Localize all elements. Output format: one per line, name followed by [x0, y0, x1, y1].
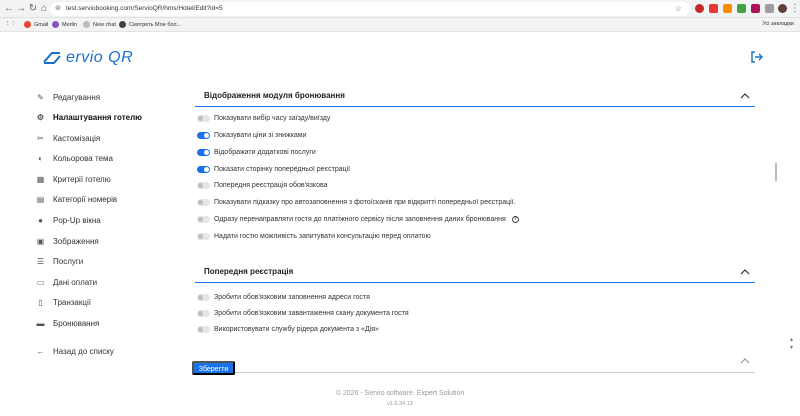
chevron-up-icon[interactable] — [740, 356, 750, 366]
grid-icon: ▤ — [36, 194, 45, 204]
bookmark-site-icon — [119, 21, 126, 28]
section-title: Відображення модуля бронювання — [204, 91, 345, 100]
option-redirect-payment[interactable]: Одразу перенаправляти гостя до платіжног… — [197, 213, 519, 225]
extension-icon[interactable] — [695, 4, 704, 13]
site-info-icon[interactable]: ⊜ — [55, 2, 61, 16]
sidebar-item-payment-data[interactable]: ▭ Дані оплати — [36, 275, 97, 289]
palette-icon: ◐ — [38, 153, 43, 163]
option-diia-reader[interactable]: Використовувати службу рідера документа … — [197, 323, 379, 335]
toggle-switch[interactable] — [197, 114, 210, 122]
card-icon: ▭ — [36, 277, 45, 287]
all-bookmarks[interactable]: Усі закладки — [762, 21, 794, 27]
address-bar[interactable]: ⊜ test.serviobooking.com/ServioQR/hms/Ho… — [50, 2, 690, 16]
calendar-icon: ▦ — [36, 174, 45, 184]
option-address-required[interactable]: Зробити обов'язковим заповнення адреси г… — [197, 291, 370, 303]
sidebar-item-bookings[interactable]: ▬ Бронювання — [36, 316, 100, 330]
scroll-up-icon[interactable]: ▴ — [790, 336, 798, 343]
section-divider — [195, 282, 755, 283]
list-icon: ☰ — [36, 256, 45, 266]
sidebar-item-edit[interactable]: ✎ Редагування — [36, 90, 100, 104]
section-booking-module-header[interactable]: Відображення модуля бронювання — [195, 89, 755, 105]
help-icon[interactable]: ? — [511, 215, 519, 223]
merlin-icon — [52, 21, 59, 28]
sidebar-item-hotel-settings[interactable]: ⚙ Налаштування готелю — [36, 110, 142, 124]
bookmark-gmail[interactable]: Gmail — [24, 21, 48, 28]
save-button[interactable]: Зберегти — [192, 361, 235, 375]
arrow-left-icon: ← — [36, 346, 45, 356]
sidebar-item-room-categories[interactable]: ▤ Категорії номерів — [36, 192, 117, 206]
option-discount-prices[interactable]: Показувати ціни зі знижками — [197, 129, 307, 141]
servio-logo[interactable]: ervio QR — [42, 49, 133, 67]
apps-icon[interactable]: ⋮⋮ — [5, 21, 16, 27]
toggle-switch[interactable] — [197, 232, 210, 240]
toggle-switch[interactable] — [197, 131, 210, 139]
browser-toolbar: ← → ↻ ⌂ ⊜ test.serviobooking.com/ServioQ… — [0, 0, 800, 18]
home-icon[interactable]: ⌂ — [38, 3, 50, 15]
bookmark-merlin[interactable]: Merlin — [52, 21, 77, 28]
section-divider — [195, 106, 755, 107]
toggle-switch[interactable] — [197, 309, 210, 317]
chat-icon: ● — [38, 215, 43, 225]
sidebar-item-color-theme[interactable]: ◐ Кольорова тема — [36, 151, 113, 165]
menu-icon[interactable]: ⋮ — [789, 3, 800, 15]
bookmark-star-icon[interactable]: ☆ — [675, 2, 682, 16]
chat-icon — [83, 21, 90, 28]
receipt-icon: ▯ — [38, 297, 43, 307]
option-preregistration-page[interactable]: Показати сторінку попередньої реєстрації — [197, 163, 350, 175]
gmail-icon — [24, 21, 31, 28]
toggle-switch[interactable] — [197, 165, 210, 173]
toggle-switch[interactable] — [197, 215, 210, 223]
sidebar-item-hotel-criteria[interactable]: ▦ Критерії готелю — [36, 172, 111, 186]
logo-text: ervio QR — [66, 49, 134, 66]
extension-icon[interactable] — [737, 4, 746, 13]
logout-icon[interactable] — [750, 50, 764, 64]
url-text: test.serviobooking.com/ServioQR/hms/Hote… — [66, 5, 223, 12]
extension-icon[interactable] — [723, 4, 732, 13]
section-title: Попередня реєстрація — [204, 267, 294, 276]
option-checkin-time[interactable]: Показувати вибір часу заїзду/виїзду — [197, 112, 330, 124]
sidebar-item-transactions[interactable]: ▯ Транзакції — [36, 295, 91, 309]
gear-icon: ⚙ — [36, 112, 45, 122]
option-preregistration-required[interactable]: Попередня реєстрація обов'язкова — [197, 179, 328, 191]
toggle-switch[interactable] — [197, 148, 210, 156]
avatar[interactable] — [778, 4, 787, 13]
section-divider — [195, 372, 755, 373]
sidebar-item-images[interactable]: ▣ Зображення — [36, 234, 99, 248]
toggle-switch[interactable] — [197, 198, 210, 206]
chevron-up-icon[interactable] — [740, 267, 750, 277]
bookmarks-bar: ⋮⋮ Gmail Merlin New chat Смотреть Мое бо… — [0, 18, 800, 32]
footer-version: v1.5.34.13 — [387, 401, 413, 407]
sidebar-item-customization[interactable]: ✂ Кастомізація — [36, 131, 100, 145]
back-to-list-link[interactable]: ← Назад до списку — [36, 344, 114, 358]
image-icon: ▣ — [36, 236, 45, 246]
sidebar-item-popup[interactable]: ● Pop-Up вікна — [36, 213, 101, 227]
section-preregistration-header[interactable]: Попередня реєстрація — [195, 265, 755, 281]
toggle-switch[interactable] — [197, 325, 210, 333]
option-document-scan-required[interactable]: Зробити обов'язковим завантаження скану … — [197, 307, 409, 319]
forward-icon[interactable]: → — [15, 3, 27, 15]
bookmark-new-chat[interactable]: New chat — [83, 21, 116, 28]
extensions-puzzle-icon[interactable] — [765, 4, 774, 13]
option-consultation[interactable]: Надати гостю можливість запитувати консу… — [197, 230, 431, 242]
scroll-down-icon[interactable]: ▾ — [790, 344, 798, 351]
option-autofill-hint[interactable]: Показувати підказку про автозаповнення з… — [197, 196, 516, 208]
pencil-icon: ✎ — [37, 92, 44, 102]
chevron-up-icon[interactable] — [740, 91, 750, 101]
option-additional-services[interactable]: Відображати додаткові послуги — [197, 146, 316, 158]
footer-copyright: © 2026 - Servio software. Expert Solutio… — [335, 390, 465, 397]
toggle-switch[interactable] — [197, 293, 210, 301]
bed-icon: ▬ — [36, 318, 45, 328]
toggle-switch[interactable] — [197, 181, 210, 189]
sidebar-item-services[interactable]: ☰ Послуги — [36, 254, 83, 268]
tools-icon: ✂ — [37, 133, 44, 143]
page-scrollbar-thumb[interactable] — [775, 163, 777, 181]
bookmark-watch[interactable]: Смотреть Мое бол... — [119, 21, 181, 28]
back-icon[interactable]: ← — [3, 3, 15, 15]
servio-logo-icon — [43, 52, 61, 64]
extension-icon[interactable] — [709, 4, 718, 13]
extension-icon[interactable] — [751, 4, 760, 13]
